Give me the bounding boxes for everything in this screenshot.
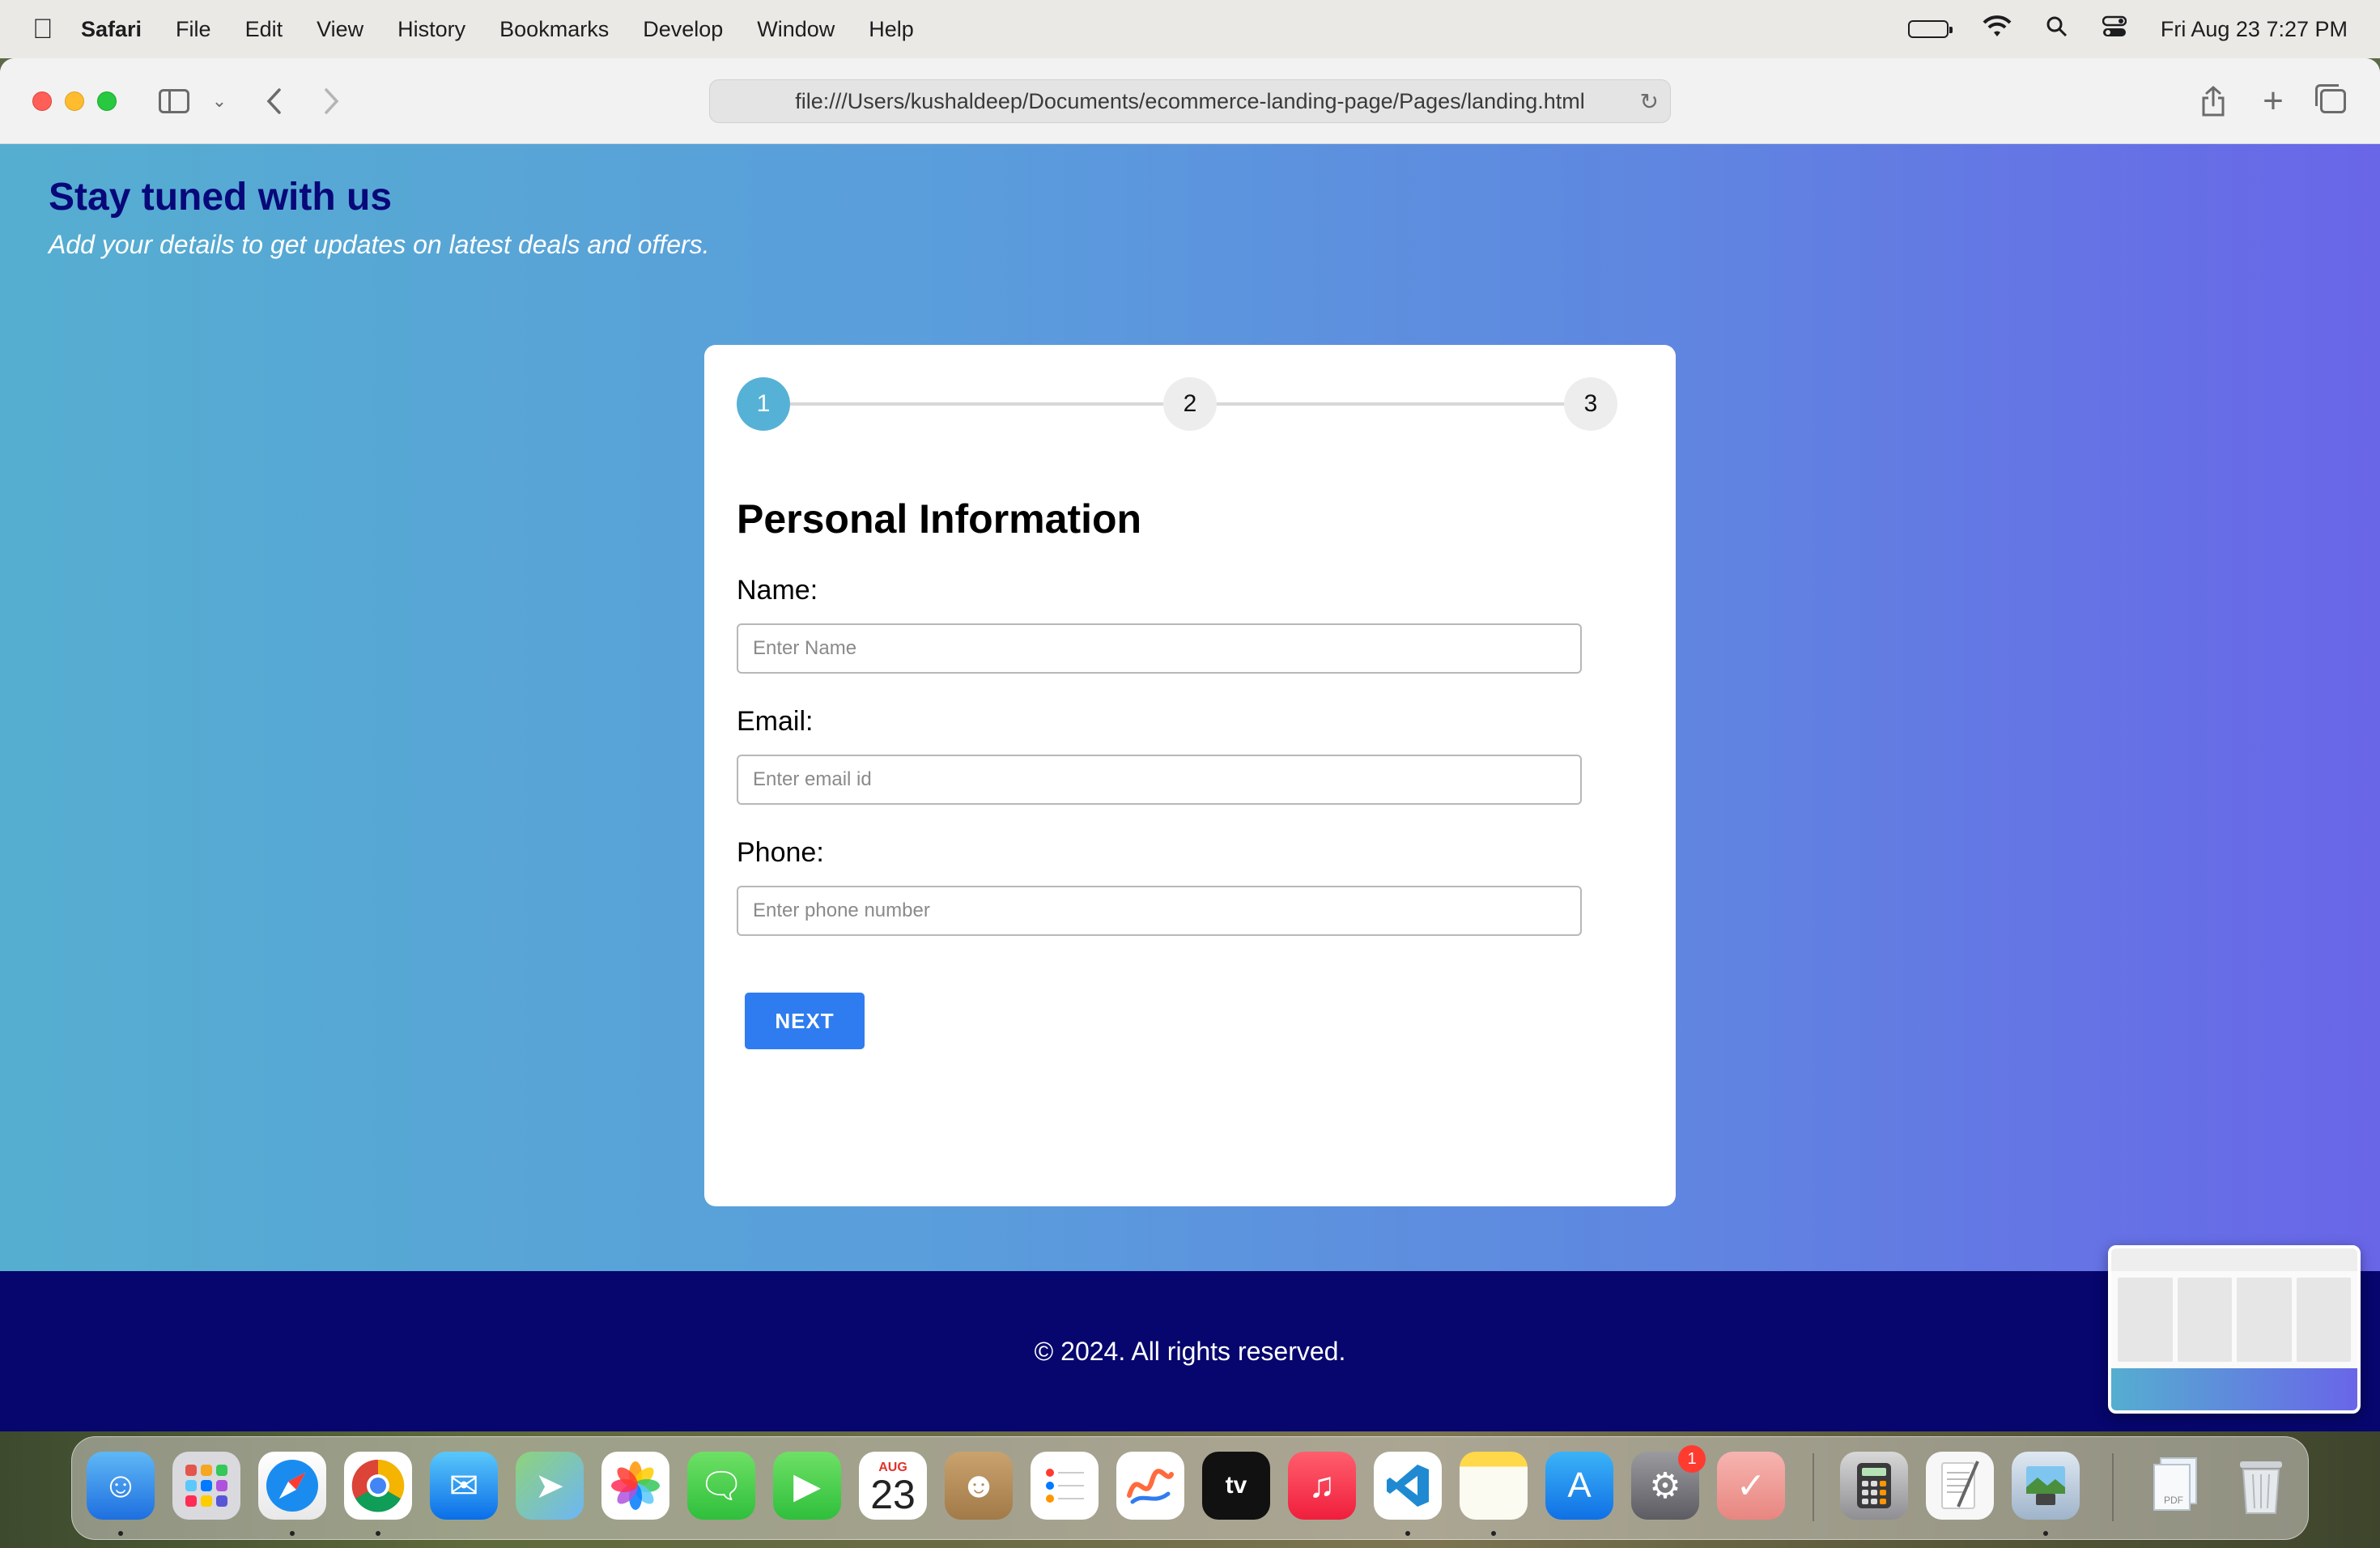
page-title: Stay tuned with us (49, 176, 393, 219)
safari-app-icon[interactable] (258, 1452, 326, 1520)
next-button[interactable]: NEXT (745, 993, 865, 1049)
toolbox-icon[interactable]: ✓ (1717, 1452, 1785, 1520)
name-input[interactable] (737, 623, 1582, 674)
svg-text:PDF: PDF (2164, 1495, 2183, 1506)
reminders-icon[interactable] (1031, 1452, 1099, 1520)
step-1: 1 (737, 377, 790, 431)
wifi-icon[interactable] (1983, 15, 2012, 43)
app-store-icon[interactable]: A (1545, 1452, 1613, 1520)
apple-tv-icon[interactable]: tv (1202, 1452, 1270, 1520)
page-footer: © 2024. All rights reserved. (0, 1271, 2380, 1431)
spotlight-search-icon[interactable] (2046, 15, 2068, 43)
phone-label: Phone: (737, 837, 824, 868)
photos-icon[interactable] (601, 1452, 669, 1520)
email-input[interactable] (737, 755, 1582, 805)
menu-file[interactable]: File (176, 17, 211, 42)
music-icon[interactable]: ♫ (1288, 1452, 1356, 1520)
step-3: 3 (1564, 377, 1617, 431)
page-content: Stay tuned with us Add your details to g… (0, 144, 2380, 1431)
menu-develop[interactable]: Develop (643, 17, 723, 42)
menu-help[interactable]: Help (869, 17, 914, 42)
step-progress: 1 2 3 (737, 377, 1617, 431)
chrome-icon[interactable] (344, 1452, 412, 1520)
freeform-icon[interactable] (1116, 1452, 1184, 1520)
launchpad-icon[interactable] (172, 1452, 240, 1520)
trash-icon[interactable] (2227, 1452, 2295, 1520)
menu-edit[interactable]: Edit (245, 17, 283, 42)
status-area: Fri Aug 23 7:27 PM (1907, 15, 2348, 43)
battery-icon[interactable] (1907, 20, 1953, 38)
browser-toolbar: ⌄ file:///Users/kushaldeep/Documents/eco… (0, 58, 2380, 144)
tab-group-chevron-icon[interactable]: ⌄ (207, 83, 232, 120)
textedit-icon[interactable] (1926, 1452, 1994, 1520)
menu-window[interactable]: Window (757, 17, 835, 42)
documents-stack-icon[interactable]: PDF (2141, 1452, 2209, 1520)
calendar-icon[interactable]: AUG 23 (859, 1452, 927, 1520)
url-text: file:///Users/kushaldeep/Documents/ecomm… (795, 88, 1585, 113)
messages-icon[interactable]: 🗨 (687, 1452, 755, 1520)
safari-window: ⌄ file:///Users/kushaldeep/Documents/eco… (0, 58, 2380, 1431)
menu-view[interactable]: View (317, 17, 363, 42)
menu-clock[interactable]: Fri Aug 23 7:27 PM (2161, 17, 2348, 42)
email-label: Email: (737, 706, 814, 737)
step-connector (1217, 402, 1564, 406)
notes-icon[interactable] (1460, 1452, 1528, 1520)
apple-menu-icon[interactable]:  (32, 14, 81, 45)
tab-overview-icon[interactable] (2315, 83, 2351, 120)
page-subtitle: Add your details to get updates on lates… (49, 230, 710, 259)
system-settings-icon[interactable]: ⚙ 1 (1631, 1445, 1706, 1520)
contacts-icon[interactable]: ☻ (945, 1452, 1013, 1520)
form-section-title: Personal Information (737, 496, 1142, 542)
notification-badge: 1 (1678, 1445, 1706, 1473)
finder-icon[interactable]: ☺ (87, 1452, 155, 1520)
menu-bookmarks[interactable]: Bookmarks (499, 17, 609, 42)
close-window-button[interactable] (32, 91, 52, 111)
menu-history[interactable]: History (397, 17, 465, 42)
maps-icon[interactable]: ➤ (516, 1452, 584, 1520)
minimize-window-button[interactable] (65, 91, 84, 111)
calendar-day: 23 (870, 1472, 916, 1517)
forward-arrow-icon[interactable] (316, 83, 348, 120)
step-connector (790, 402, 1163, 406)
step-2: 2 (1163, 377, 1217, 431)
share-icon[interactable] (2195, 83, 2231, 120)
calculator-icon[interactable] (1840, 1452, 1908, 1520)
phone-input[interactable] (737, 886, 1582, 936)
control-center-icon[interactable] (2102, 15, 2127, 43)
new-tab-plus-icon[interactable]: + (2255, 81, 2291, 121)
preview-icon[interactable] (2012, 1452, 2080, 1520)
hero-section: Stay tuned with us Add your details to g… (0, 144, 2380, 1271)
back-arrow-icon[interactable] (257, 83, 290, 120)
vscode-icon[interactable] (1374, 1452, 1442, 1520)
menu-app-safari[interactable]: Safari (81, 17, 142, 42)
mail-icon[interactable]: ✉ (430, 1452, 498, 1520)
signup-form-card: 1 2 3 Personal Information Name: Email: … (704, 345, 1676, 1206)
copyright-text: © 2024. All rights reserved. (1034, 1336, 1346, 1366)
name-label: Name: (737, 575, 818, 606)
address-bar[interactable]: file:///Users/kushaldeep/Documents/ecomm… (709, 79, 1671, 123)
screenshot-thumbnail[interactable] (2108, 1245, 2361, 1414)
facetime-icon[interactable]: ▶ (773, 1452, 841, 1520)
menu-bar:  Safari File Edit View History Bookmark… (0, 0, 2380, 58)
sidebar-toggle-icon[interactable] (157, 83, 191, 120)
reload-icon[interactable]: ↻ (1640, 88, 1659, 115)
zoom-window-button[interactable] (97, 91, 117, 111)
dock: ☺ ✉ ➤ 🗨 ▶ AUG 23 ☻ tv ♫ A ⚙ 1 ✓ PDF (71, 1436, 2309, 1540)
